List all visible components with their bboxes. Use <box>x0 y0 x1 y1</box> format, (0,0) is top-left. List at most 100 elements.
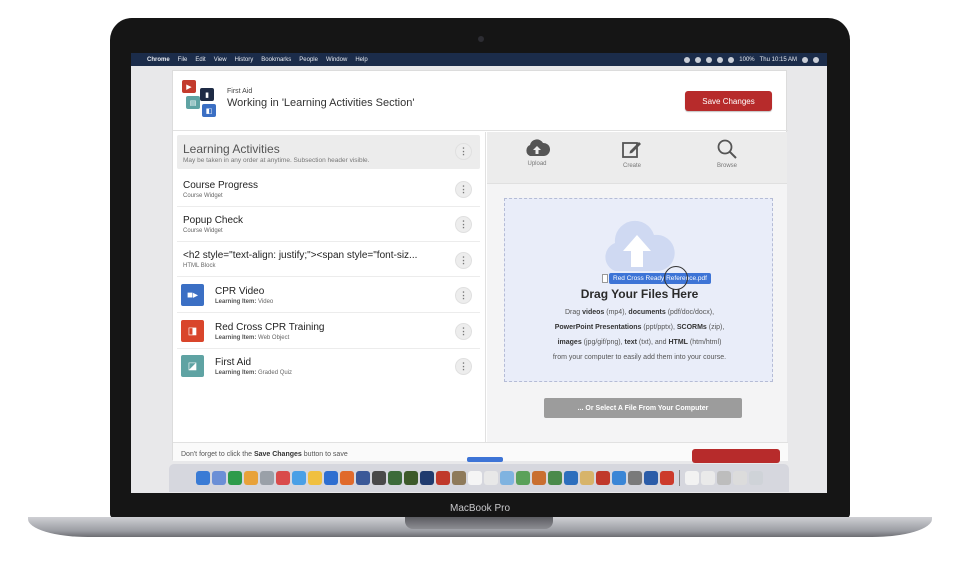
list-item[interactable]: ◪ First Aid Learning Item: Graded Quiz ⋮ <box>177 349 480 384</box>
tool-label: Create <box>622 163 641 169</box>
dropzone-instructions: Drag videos (mp4), documents (pdf/doc/do… <box>523 305 756 365</box>
upload-tool[interactable]: Upload <box>507 138 567 167</box>
list-item[interactable]: ◨ Red Cross CPR Training Learning Item: … <box>177 314 480 349</box>
editor-header: ▶ ▮ ▤ ◧ First Aid Working in 'Learning A… <box>173 71 788 131</box>
menu-file[interactable]: File <box>178 57 188 63</box>
text-segment: button to save <box>301 451 348 458</box>
dreamweaver-icon[interactable] <box>387 471 402 485</box>
large-cloud-upload-icon <box>605 220 675 271</box>
notification-center-icon[interactable] <box>813 56 819 63</box>
text-segment: (htm/html) <box>687 339 722 346</box>
more-options-icon[interactable]: ⋮ <box>455 323 472 340</box>
system-preferences-icon[interactable] <box>627 471 642 485</box>
select-file-button[interactable]: ... Or Select A File From Your Computer <box>544 398 742 418</box>
app-icon[interactable] <box>323 471 338 485</box>
text-segment: Drag <box>564 309 583 316</box>
quiz-icon: ◪ <box>181 355 204 377</box>
section-header[interactable]: Learning Activities May be taken in any … <box>177 135 480 169</box>
list-item[interactable]: <h2 style="text-align: justify;"><span s… <box>177 242 480 277</box>
app-icon[interactable] <box>243 471 258 485</box>
tray-icon[interactable] <box>684 56 691 63</box>
app-icon[interactable] <box>595 471 610 485</box>
list-item[interactable]: Popup Check Course Widget ⋮ <box>177 207 480 242</box>
more-options-icon[interactable]: ⋮ <box>455 216 472 233</box>
folder-icon[interactable] <box>716 471 731 485</box>
tray-icon[interactable] <box>706 56 713 63</box>
course-name: First Aid <box>227 88 253 95</box>
text-segment: (pdf/doc/docx), <box>665 309 715 316</box>
more-options-icon[interactable]: ⋮ <box>455 287 472 304</box>
launchpad-icon[interactable] <box>211 471 226 485</box>
wifi-icon[interactable] <box>717 56 724 63</box>
app-icon[interactable] <box>467 471 482 485</box>
folder-icon[interactable] <box>732 471 747 485</box>
app-icon[interactable] <box>435 471 450 485</box>
folder-icon[interactable] <box>700 471 715 485</box>
menu-bookmarks[interactable]: Bookmarks <box>261 57 291 63</box>
app-icon[interactable] <box>579 471 594 485</box>
menu-help[interactable]: Help <box>355 57 367 63</box>
item-title: Red Cross CPR Training <box>215 322 325 333</box>
more-options-icon[interactable]: ⋮ <box>455 143 472 160</box>
folder-icon[interactable] <box>684 471 699 485</box>
app-icon[interactable] <box>371 471 386 485</box>
tool-label: Browse <box>716 163 737 169</box>
word-icon[interactable] <box>643 471 658 485</box>
app-icon[interactable] <box>227 471 242 485</box>
pencil-square-icon <box>622 142 641 158</box>
content-panel: Upload Create Browse Red Cross Ready Ref… <box>487 132 787 442</box>
item-type: Course Widget <box>183 193 223 199</box>
app-icon[interactable] <box>531 471 546 485</box>
menu-view[interactable]: View <box>214 57 227 63</box>
browse-tool[interactable]: Browse <box>697 138 757 169</box>
app-icon[interactable] <box>291 471 306 485</box>
app-store-icon[interactable] <box>611 471 626 485</box>
stage: Chrome File Edit View History Bookmarks … <box>0 0 960 577</box>
spotlight-icon[interactable] <box>802 56 808 63</box>
app-icon[interactable] <box>515 471 530 485</box>
volume-icon[interactable] <box>728 56 735 63</box>
menu-window[interactable]: Window <box>326 57 347 63</box>
logo-tile-icon: ▶ <box>182 80 196 93</box>
menu-history[interactable]: History <box>235 57 254 63</box>
app-icon[interactable] <box>355 471 370 485</box>
footer-save-button[interactable] <box>692 449 780 463</box>
text-segment: text <box>624 339 637 346</box>
app-icon[interactable] <box>259 471 274 485</box>
file-dropzone[interactable]: Red Cross Ready Reference.pdf Drag Your … <box>504 198 773 382</box>
list-item[interactable]: ■▸ CPR Video Learning Item: Video ⋮ <box>177 278 480 313</box>
trash-icon[interactable] <box>748 471 763 485</box>
save-changes-button[interactable]: Save Changes <box>685 91 772 111</box>
save-reminder: Don't forget to click the Save Changes b… <box>181 451 348 458</box>
app-icon[interactable] <box>563 471 578 485</box>
logo-tile-icon: ▮ <box>200 88 214 101</box>
app-icon[interactable] <box>547 471 562 485</box>
item-type: Course Widget <box>183 228 223 234</box>
list-item[interactable]: Course Progress Course Widget ⋮ <box>177 172 480 207</box>
photoshop-icon[interactable] <box>419 471 434 485</box>
create-tool[interactable]: Create <box>602 138 662 169</box>
calendar-icon[interactable] <box>275 471 290 485</box>
text-segment: from your computer to easily add them in… <box>552 354 727 361</box>
firefox-icon[interactable] <box>339 471 354 485</box>
more-options-icon[interactable]: ⋮ <box>455 181 472 198</box>
tray-icon[interactable] <box>695 56 702 63</box>
more-options-icon[interactable]: ⋮ <box>455 252 472 269</box>
menubar-clock[interactable]: Thu 10:15 AM <box>760 57 797 63</box>
menubar-app-name[interactable]: Chrome <box>147 57 170 63</box>
app-icon[interactable] <box>483 471 498 485</box>
app-icon[interactable] <box>451 471 466 485</box>
more-options-icon[interactable]: ⋮ <box>455 358 472 375</box>
menu-edit[interactable]: Edit <box>195 57 205 63</box>
chrome-icon[interactable] <box>307 471 322 485</box>
finder-icon[interactable] <box>195 471 210 485</box>
dragged-file-icon <box>602 274 608 283</box>
item-type: Learning Item: Web Object <box>215 335 289 341</box>
dropzone-title: Drag Your Files Here <box>580 287 699 301</box>
app-icon[interactable] <box>499 471 514 485</box>
fireworks-icon[interactable] <box>403 471 418 485</box>
app-icon[interactable] <box>659 471 674 485</box>
menu-people[interactable]: People <box>299 57 318 63</box>
item-type-kind: Graded Quiz <box>258 370 293 376</box>
text-segment: HTML <box>668 339 688 346</box>
